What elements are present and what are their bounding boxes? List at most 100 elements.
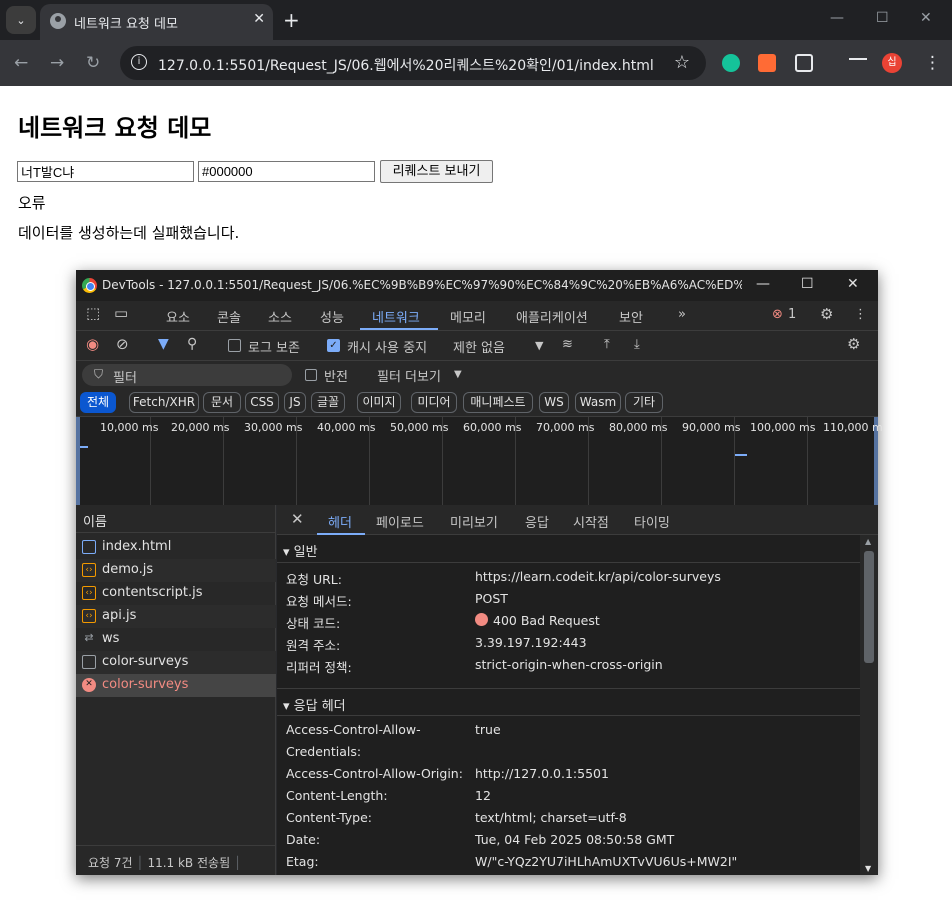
referrer-policy-value: strict-origin-when-cross-origin <box>475 657 663 672</box>
more-filters-button[interactable]: 필터 더보기 <box>377 366 441 385</box>
close-window-icon[interactable]: ✕ <box>847 276 859 292</box>
url-text[interactable]: 127.0.0.1:5501/Request_JS/06.웹에서%20리퀘스트%… <box>158 55 654 75</box>
tab-search-button[interactable]: ⌄ <box>6 6 36 34</box>
type-filter-img[interactable]: 이미지 <box>357 392 401 413</box>
script-icon: ‹› <box>82 609 96 623</box>
more-tabs-icon[interactable]: » <box>678 307 686 322</box>
network-overview-timeline[interactable]: 10,000 ms 20,000 ms 30,000 ms 40,000 ms … <box>76 417 883 505</box>
tab-performance[interactable]: 성능 <box>320 307 344 326</box>
clear-icon[interactable]: ⊘ <box>116 335 129 353</box>
menu-kebab-icon[interactable]: ⋮ <box>924 53 941 73</box>
tab-sources[interactable]: 소스 <box>268 307 292 326</box>
response-headers-section-header[interactable]: ▾ 응답 헤더 <box>277 688 860 716</box>
error-icon[interactable]: ⊗ <box>772 307 783 322</box>
type-filter-ws[interactable]: WS <box>539 392 569 413</box>
request-row[interactable]: ‹› contentscript.js <box>76 582 276 605</box>
close-window-icon[interactable]: ✕ <box>920 10 932 26</box>
type-filter-manifest[interactable]: 매니페스트 <box>463 392 533 413</box>
disable-cache-checkbox[interactable]: ✓ <box>327 339 340 352</box>
detail-scrollbar[interactable]: ▲ ▼ <box>860 535 878 875</box>
type-filter-font[interactable]: 글꼴 <box>311 392 345 413</box>
filter-input[interactable]: ⛉ 필터 <box>82 364 292 386</box>
export-har-icon[interactable]: ⤓ <box>634 337 640 352</box>
puzzle-extensions-icon[interactable] <box>795 54 813 72</box>
request-row[interactable]: ‹› api.js <box>76 605 276 628</box>
type-filter-css[interactable]: CSS <box>245 392 279 413</box>
header-key: 상태 코드: <box>286 616 341 631</box>
tab-preview[interactable]: 미리보기 <box>450 512 498 531</box>
back-icon[interactable]: ← <box>14 53 28 73</box>
network-conditions-icon[interactable]: ≋ <box>562 337 573 352</box>
tab-initiator[interactable]: 시작점 <box>573 512 609 531</box>
status-code-value: 400 Bad Request <box>493 613 600 628</box>
color-input[interactable] <box>198 161 375 182</box>
reload-icon[interactable]: ↻ <box>86 53 100 73</box>
tab-application[interactable]: 애플리케이션 <box>516 307 588 326</box>
settings-gear-icon[interactable]: ⚙ <box>820 305 833 323</box>
tab-timing[interactable]: 타이밍 <box>634 512 670 531</box>
request-row-selected[interactable]: ✕ color-surveys <box>76 674 276 697</box>
tab-headers[interactable]: 헤더 <box>328 512 352 531</box>
request-name: color-surveys <box>102 654 189 669</box>
request-row[interactable]: index.html <box>76 536 276 559</box>
request-row[interactable]: ‹› demo.js <box>76 559 276 582</box>
inspect-element-icon[interactable]: ⬚ <box>86 304 100 322</box>
grammarly-extension-icon[interactable] <box>722 54 740 72</box>
network-settings-gear-icon[interactable]: ⚙ <box>847 335 860 353</box>
scroll-thumb[interactable] <box>864 551 874 663</box>
media-controls-icon[interactable] <box>849 58 867 68</box>
import-har-icon[interactable]: ⤒ <box>604 337 610 352</box>
tab-memory[interactable]: 메모리 <box>450 307 486 326</box>
general-section-header[interactable]: ▾ 일반 <box>277 535 860 563</box>
device-toolbar-icon[interactable]: ▭ <box>114 304 128 322</box>
extension-icon[interactable] <box>758 54 776 72</box>
tab-payload[interactable]: 페이로드 <box>376 512 424 531</box>
tab-network[interactable]: 네트워크 <box>372 307 420 326</box>
browser-tab[interactable]: 네트워크 요청 데모 ✕ <box>40 4 273 40</box>
maximize-icon[interactable]: ☐ <box>801 276 814 292</box>
type-filter-all[interactable]: 전체 <box>80 392 116 413</box>
preserve-log-label: 로그 보존 <box>248 341 300 356</box>
type-filter-fetch-xhr[interactable]: Fetch/XHR <box>129 392 199 413</box>
tab-console[interactable]: 콘솔 <box>217 307 241 326</box>
address-bar[interactable]: i 127.0.0.1:5501/Request_JS/06.웹에서%20리퀘스… <box>120 46 706 80</box>
forward-icon[interactable]: → <box>50 53 64 73</box>
tab-close-icon[interactable]: ✕ <box>253 11 265 27</box>
invert-checkbox[interactable] <box>305 369 317 381</box>
more-filters-dropdown-icon[interactable]: ▼ <box>454 369 462 380</box>
tab-response[interactable]: 응답 <box>525 512 549 531</box>
profile-avatar[interactable]: 십 <box>882 53 902 73</box>
scroll-down-icon[interactable]: ▼ <box>865 864 871 873</box>
bookmark-star-icon[interactable]: ☆ <box>674 52 690 73</box>
type-filter-media[interactable]: 미디어 <box>411 392 457 413</box>
type-filter-js[interactable]: JS <box>284 392 306 413</box>
close-detail-icon[interactable]: ✕ <box>291 510 304 528</box>
site-info-icon[interactable]: i <box>131 54 147 70</box>
record-stop-icon[interactable]: ◉ <box>86 335 99 353</box>
throttle-select[interactable]: 제한 없음 <box>453 337 505 356</box>
new-tab-button[interactable]: + <box>283 8 300 32</box>
preserve-log-checkbox[interactable] <box>228 339 241 352</box>
throttle-dropdown-icon[interactable]: ▼ <box>535 339 543 352</box>
minimize-icon[interactable]: — <box>830 10 844 26</box>
timeline-left-handle[interactable] <box>76 417 80 505</box>
send-request-button[interactable]: 리퀘스트 보내기 <box>380 160 493 183</box>
chrome-logo-icon <box>82 278 97 293</box>
filter-funnel-icon[interactable]: ▼ <box>158 336 169 352</box>
customize-kebab-icon[interactable]: ⋮ <box>854 307 867 322</box>
tab-elements[interactable]: 요소 <box>166 307 190 326</box>
type-filter-doc[interactable]: 문서 <box>203 392 241 413</box>
type-filter-wasm[interactable]: Wasm <box>575 392 621 413</box>
name-column-header[interactable]: 이름 <box>76 505 276 533</box>
minimize-icon[interactable]: — <box>756 276 770 292</box>
error-count[interactable]: 1 <box>788 307 796 322</box>
search-icon[interactable]: ⚲ <box>187 336 197 352</box>
maximize-icon[interactable]: ☐ <box>876 10 889 26</box>
header-value: text/html; charset=utf-8 <box>475 810 627 825</box>
request-row[interactable]: ⇄ ws <box>76 628 276 651</box>
request-row[interactable]: color-surveys <box>76 651 276 674</box>
name-input[interactable] <box>17 161 194 182</box>
scroll-up-icon[interactable]: ▲ <box>865 537 871 546</box>
type-filter-other[interactable]: 기타 <box>625 392 663 413</box>
tab-security[interactable]: 보안 <box>619 307 643 326</box>
